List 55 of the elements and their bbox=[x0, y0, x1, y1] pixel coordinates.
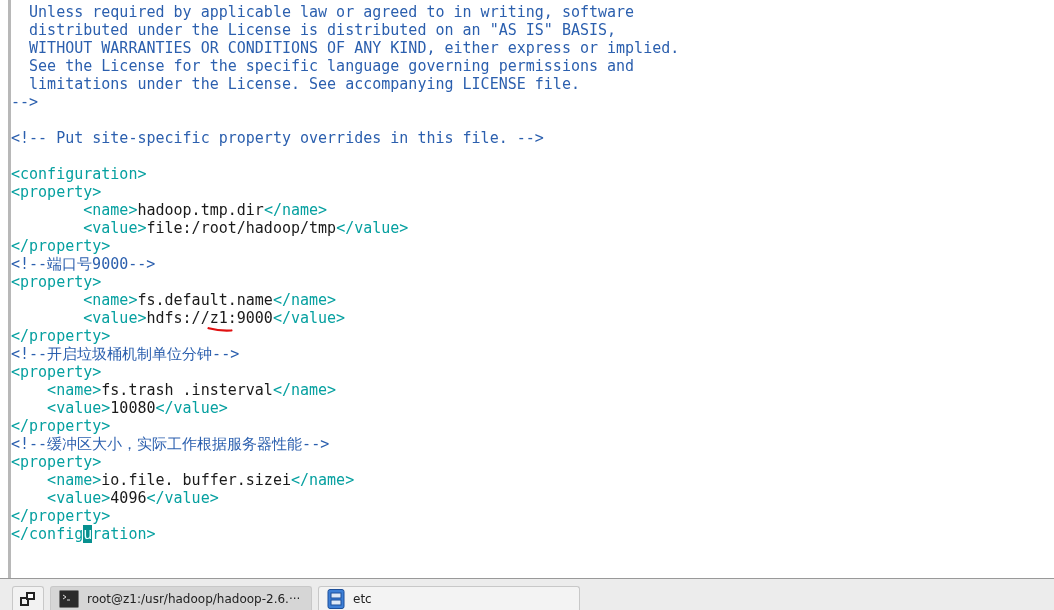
xml-comment: WITHOUT WARRANTIES OR CONDITIONS OF ANY KIND, either express or implied. bbox=[28, 39, 680, 57]
xml-tag: </name> bbox=[263, 201, 328, 219]
xml-comment: <!--端口号9000--> bbox=[11, 255, 156, 273]
xml-tag: </name> bbox=[290, 471, 355, 489]
xml-tag: </property> bbox=[11, 327, 111, 345]
xml-text: 10080 bbox=[110, 399, 156, 417]
xml-comment: <!--开启垃圾桶机制单位分钟--> bbox=[11, 345, 240, 363]
xml-tag: </property> bbox=[11, 237, 111, 255]
xml-comment: See the License for the specific language governing permissions and bbox=[28, 57, 635, 75]
xml-tag: </name> bbox=[272, 291, 337, 309]
xml-tag: </property> bbox=[11, 507, 111, 525]
windows-icon bbox=[20, 590, 36, 607]
text-cursor: u bbox=[83, 525, 93, 543]
xml-tag: </value> bbox=[336, 219, 409, 237]
taskbar-button[interactable]: root@z1:/usr/hadoop/hadoop-2.6.··· bbox=[50, 586, 312, 610]
taskbar-button[interactable]: etc bbox=[318, 586, 580, 610]
xml-tag: <value> bbox=[11, 309, 147, 327]
underline-mark bbox=[206, 326, 233, 332]
xml-text: :9000 bbox=[227, 309, 273, 327]
file-cabinet-icon bbox=[327, 588, 345, 609]
xml-text: fs.default.name bbox=[137, 291, 273, 309]
xml-tag: <property> bbox=[11, 183, 102, 201]
show-desktop-button[interactable] bbox=[12, 586, 44, 610]
xml-comment: <!-- Put site-specific property overrides in this file. --> bbox=[11, 129, 544, 147]
xml-comment: distributed under the License is distributed on an "AS IS" BASIS, bbox=[28, 21, 617, 39]
xml-tag: <name> bbox=[11, 291, 138, 309]
xml-tag: </value> bbox=[272, 309, 346, 327]
xml-text: io.file. buffer.sizei bbox=[101, 471, 291, 489]
xml-comment: limitations under the License. See accompanying LICENSE file. bbox=[28, 75, 580, 93]
xml-tag: <value> bbox=[11, 399, 111, 417]
xml-tag: ration> bbox=[92, 525, 156, 543]
xml-text: 4096 bbox=[110, 489, 147, 507]
terminal-icon bbox=[59, 589, 79, 608]
xml-tag: <property> bbox=[11, 453, 102, 471]
xml-text: hdfs:/ bbox=[146, 309, 201, 327]
xml-tag: <value> bbox=[11, 219, 147, 237]
xml-tag: <name> bbox=[11, 201, 138, 219]
xml-tag: </value> bbox=[146, 489, 219, 507]
xml-tag: <property> bbox=[11, 273, 102, 291]
xml-text: hadoop.tmp.dir bbox=[137, 201, 264, 219]
xml-tag: <name> bbox=[11, 471, 102, 489]
xml-tag: </property> bbox=[11, 417, 111, 435]
xml-text: file:/root/hadoop/tmp bbox=[146, 219, 337, 237]
underlined-text: /z1 bbox=[200, 309, 228, 327]
xml-tag: <property> bbox=[11, 363, 102, 381]
xml-tag: </config bbox=[11, 525, 84, 543]
xml-tag: </value> bbox=[155, 399, 228, 417]
xml-tag: <name> bbox=[11, 381, 102, 399]
xml-tag: <value> bbox=[11, 489, 111, 507]
xml-text: fs.trash .insterval bbox=[101, 381, 273, 399]
xml-tag: <configuration> bbox=[11, 165, 147, 183]
xml-comment: --> bbox=[11, 93, 39, 111]
xml-comment: Unless required by applicable law or agreed to in writing, software bbox=[28, 3, 635, 21]
xml-tag: </name> bbox=[272, 381, 337, 399]
xml-comment: <!--缓冲区大小，实际工作根据服务器性能--> bbox=[11, 435, 330, 453]
